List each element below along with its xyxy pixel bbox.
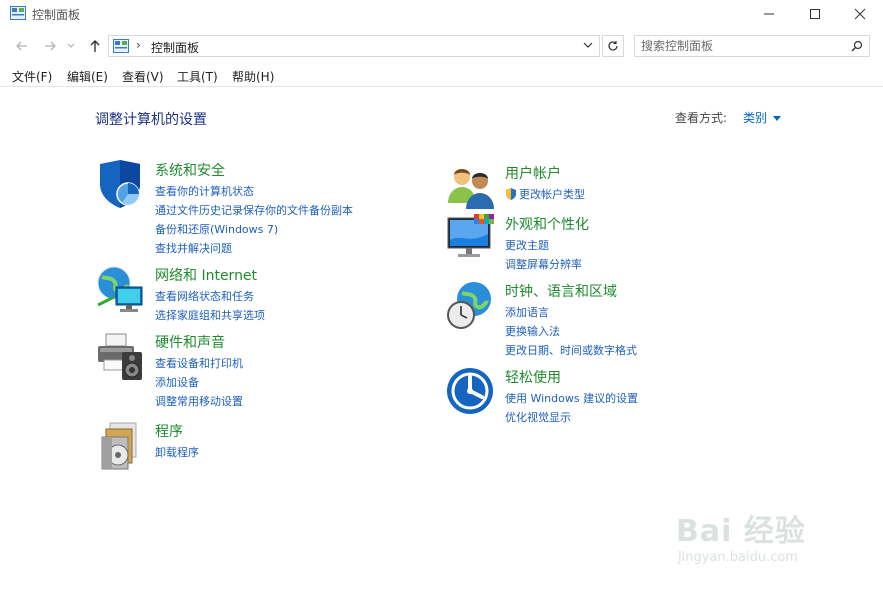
view-by-value: 类别 — [743, 111, 768, 125]
link-change-theme[interactable]: 更改主题 — [505, 236, 582, 255]
minimize-button[interactable] — [746, 0, 792, 28]
forward-button[interactable] — [40, 36, 60, 56]
menu-tools[interactable]: 工具(T) — [177, 68, 218, 85]
arrow-up-icon — [90, 40, 100, 52]
category-title-clock-region[interactable]: 时钟、语言和区域 — [505, 281, 617, 301]
view-by-label: 查看方式: — [675, 111, 728, 125]
link-devices-printers[interactable]: 查看设备和打印机 — [155, 354, 243, 373]
link-date-time-format[interactable]: 更改日期、时间或数字格式 — [505, 341, 637, 360]
link-backup-restore[interactable]: 备份和还原(Windows 7) — [155, 220, 353, 239]
category-title-user-accounts[interactable]: 用户帐户 — [505, 163, 561, 183]
chevron-down-icon[interactable] — [583, 40, 593, 50]
link-change-account-type-label: 更改帐户类型 — [519, 188, 585, 201]
menu-view[interactable]: 查看(V) — [122, 68, 164, 85]
link-add-language[interactable]: 添加语言 — [505, 303, 637, 322]
recent-locations-button[interactable] — [64, 36, 78, 56]
maximize-icon — [810, 9, 820, 19]
title-bar: 控制面板 — [0, 0, 883, 28]
link-file-history[interactable]: 通过文件历史记录保存你的文件备份副本 — [155, 201, 353, 220]
display-icon — [447, 214, 494, 257]
search-input[interactable] — [641, 37, 841, 55]
up-button[interactable] — [85, 36, 105, 56]
printer-speaker-icon — [98, 333, 142, 380]
category-title-network[interactable]: 网络和 Internet — [155, 265, 257, 285]
window-title: 控制面板 — [32, 8, 81, 22]
watermark: Bai 经验 jingyan.baidu.com — [676, 494, 836, 574]
uac-shield-icon — [506, 188, 516, 200]
breadcrumb-separator: › — [136, 38, 141, 52]
link-screen-resolution[interactable]: 调整屏幕分辨率 — [505, 255, 582, 274]
link-network-status[interactable]: 查看网络状态和任务 — [155, 287, 265, 306]
link-recommended-settings[interactable]: 使用 Windows 建议的设置 — [505, 389, 638, 408]
category-title-appearance[interactable]: 外观和个性化 — [505, 214, 589, 234]
link-change-account-type[interactable]: 更改帐户类型 — [505, 185, 585, 204]
dropdown-arrow-icon — [773, 116, 782, 121]
address-field[interactable]: › 控制面板 — [108, 35, 600, 57]
category-title-ease-of-access[interactable]: 轻松使用 — [505, 367, 561, 387]
chevron-down-icon — [67, 43, 75, 48]
search-box[interactable] — [634, 35, 870, 57]
watermark-brand: Bai 经验 — [676, 514, 806, 549]
category-title-system-security[interactable]: 系统和安全 — [155, 160, 225, 180]
link-view-computer-status[interactable]: 查看你的计算机状态 — [155, 182, 353, 201]
menu-file[interactable]: 文件(F) — [12, 68, 52, 85]
clock-globe-icon — [447, 282, 491, 329]
control-panel-icon — [10, 6, 26, 20]
users-icon — [448, 169, 494, 209]
shield-icon — [100, 160, 140, 208]
link-optimize-display[interactable]: 优化视觉显示 — [505, 408, 638, 427]
close-icon — [854, 8, 866, 20]
arrow-right-icon — [45, 41, 56, 51]
programs-icon — [101, 422, 137, 470]
address-bar: › 控制面板 — [0, 32, 883, 60]
menu-edit[interactable]: 编辑(E) — [67, 68, 108, 85]
minimize-icon — [764, 13, 774, 15]
back-button[interactable] — [12, 36, 32, 56]
menu-bar: 文件(F) 编辑(E) 查看(V) 工具(T) 帮助(H) — [0, 64, 883, 87]
maximize-button[interactable] — [792, 0, 838, 28]
link-uninstall[interactable]: 卸载程序 — [155, 443, 199, 462]
search-icon[interactable] — [851, 40, 863, 52]
link-homegroup[interactable]: 选择家庭组和共享选项 — [155, 306, 265, 325]
refresh-icon — [608, 41, 618, 51]
link-change-input[interactable]: 更换输入法 — [505, 322, 637, 341]
page-title: 调整计算机的设置 — [95, 112, 207, 128]
close-button[interactable] — [837, 0, 883, 28]
category-title-hardware[interactable]: 硬件和声音 — [155, 332, 225, 352]
menu-help[interactable]: 帮助(H) — [232, 68, 274, 85]
link-mobility-settings[interactable]: 调整常用移动设置 — [155, 392, 243, 411]
network-globe-icon — [97, 266, 143, 312]
breadcrumb-control-panel[interactable]: 控制面板 — [151, 39, 199, 56]
refresh-button[interactable] — [602, 35, 624, 57]
category-title-programs[interactable]: 程序 — [155, 421, 183, 441]
view-by-dropdown[interactable]: 类别 — [743, 109, 782, 126]
control-panel-icon — [113, 39, 129, 53]
watermark-url: jingyan.baidu.com — [678, 550, 798, 565]
arrow-left-icon — [16, 41, 27, 51]
ease-of-access-icon — [447, 368, 493, 414]
link-add-device[interactable]: 添加设备 — [155, 373, 243, 392]
link-troubleshoot[interactable]: 查找并解决问题 — [155, 239, 353, 258]
